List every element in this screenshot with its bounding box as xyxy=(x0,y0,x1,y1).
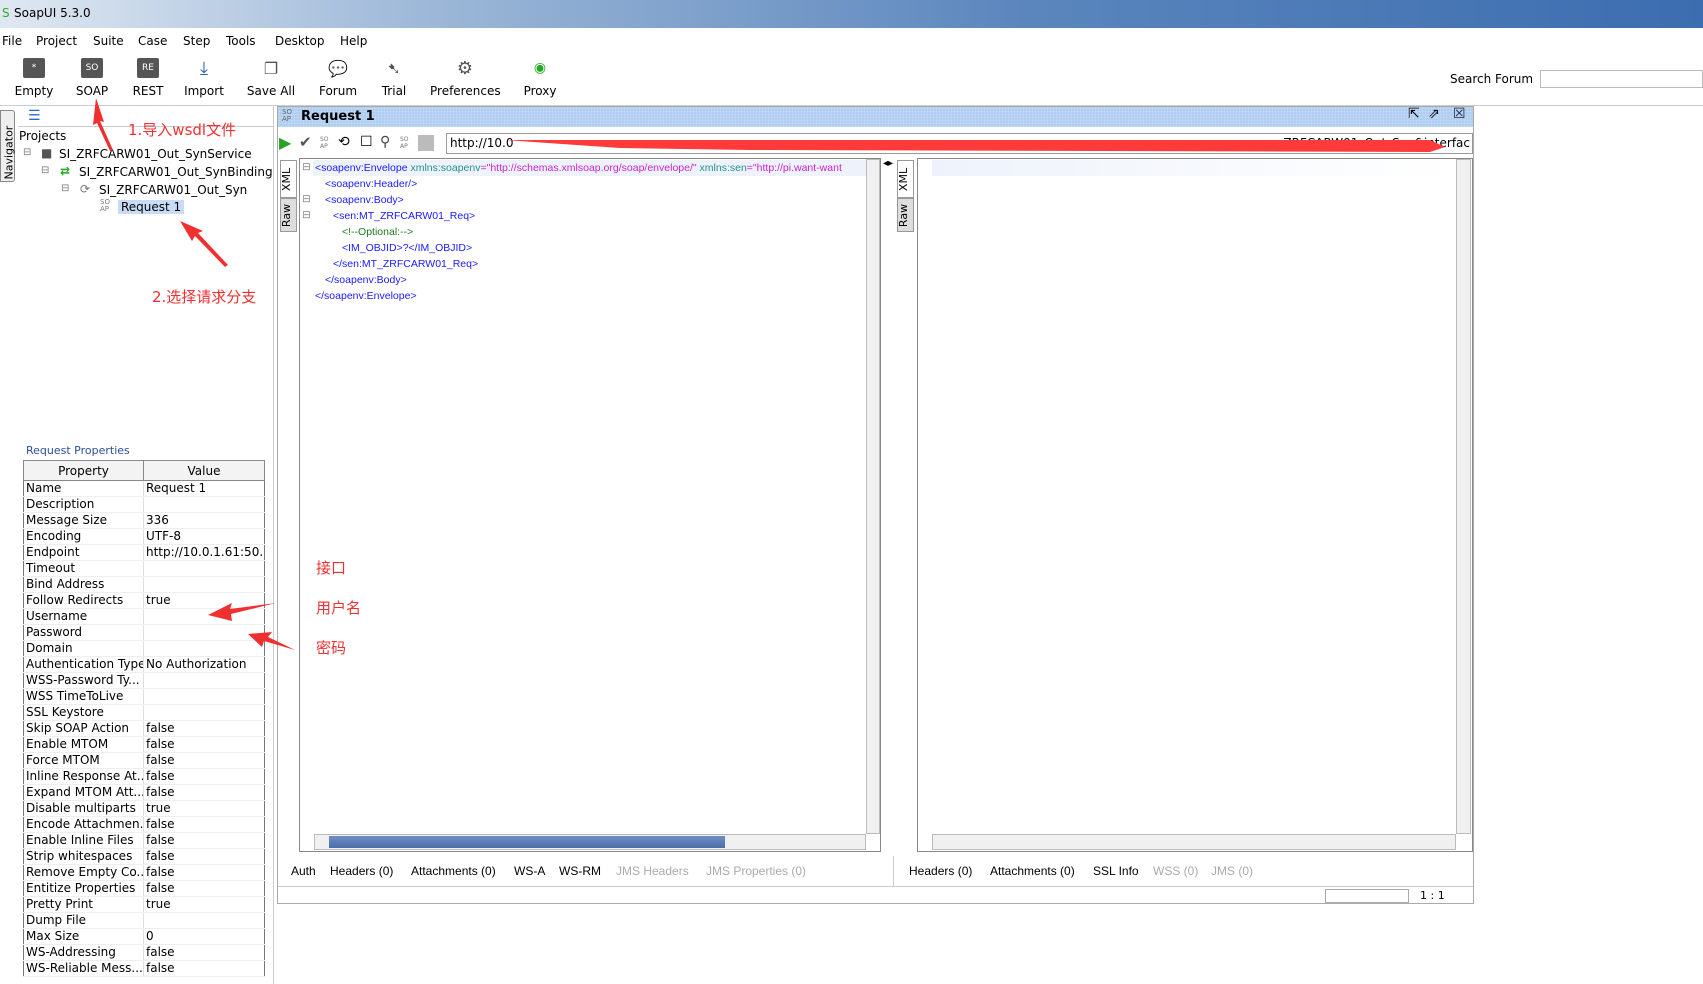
property-row[interactable]: Max Size 0 xyxy=(23,928,265,945)
property-name: Inline Response At... xyxy=(23,768,144,785)
vertical-scrollbar[interactable] xyxy=(866,159,880,834)
property-value[interactable]: false xyxy=(143,752,265,769)
property-value[interactable]: true xyxy=(143,800,265,817)
vertical-scrollbar[interactable] xyxy=(1456,159,1471,834)
horizontal-scrollbar[interactable] xyxy=(314,834,866,850)
response-tab-wss: WSS (0) xyxy=(1153,864,1199,878)
tab-jms-headers: JMS Headers xyxy=(616,864,689,878)
property-value[interactable]: false xyxy=(143,736,265,753)
property-value[interactable] xyxy=(143,912,265,929)
scrollbar-thumb[interactable] xyxy=(329,836,725,848)
tab-headers[interactable]: Headers (0) xyxy=(330,864,393,878)
response-tab-raw[interactable]: Raw xyxy=(897,198,914,232)
property-value[interactable]: false xyxy=(143,960,265,977)
property-row[interactable]: Dump File xyxy=(23,912,265,929)
property-name: Encode Attachmen... xyxy=(23,816,144,833)
property-name: Enable MTOM xyxy=(23,736,144,753)
property-row[interactable]: WS-Reliable Mess... false xyxy=(23,960,265,977)
property-name: Pretty Print xyxy=(23,896,144,913)
response-tab-attachments[interactable]: Attachments (0) xyxy=(990,864,1075,878)
soap-icon[interactable]: SO AP xyxy=(400,136,409,150)
property-row[interactable]: SSL Keystore xyxy=(23,704,265,721)
response-tab-ssl-info[interactable]: SSL Info xyxy=(1093,864,1139,878)
property-value[interactable]: false xyxy=(143,784,265,801)
property-value[interactable]: false xyxy=(143,848,265,865)
property-name: Strip whitespaces xyxy=(23,848,144,865)
proxy-button[interactable]: ◉ Proxy xyxy=(522,58,558,98)
property-value[interactable]: 0 xyxy=(143,928,265,945)
property-value[interactable] xyxy=(143,704,265,721)
tab-ws-a[interactable]: WS-A xyxy=(514,864,545,878)
property-value[interactable]: false xyxy=(143,816,265,833)
request-window-header xyxy=(278,107,1473,127)
property-name: Enable Inline Files xyxy=(23,832,144,849)
arrow-to-soap xyxy=(93,98,113,151)
property-row[interactable]: Strip whitespaces false xyxy=(23,848,265,865)
property-row[interactable]: Expand MTOM Att... false xyxy=(23,784,265,801)
search-forum-input[interactable] xyxy=(1540,70,1703,88)
response-tab-jms: JMS (0) xyxy=(1211,864,1253,878)
property-value[interactable]: false xyxy=(143,768,265,785)
property-name: Max Size xyxy=(23,928,144,945)
property-name: WS-Reliable Mess... xyxy=(23,960,144,977)
property-name: Skip SOAP Action xyxy=(23,720,144,737)
property-name: WS-Addressing xyxy=(23,944,144,961)
property-name: Expand MTOM Att... xyxy=(23,784,144,801)
tab-attachments[interactable]: Attachments (0) xyxy=(411,864,496,878)
property-name: Disable multiparts xyxy=(23,800,144,817)
arrow-to-request xyxy=(180,221,228,267)
property-row[interactable]: Entitize Properties false xyxy=(23,880,265,897)
cursor-position: 1 : 1 xyxy=(1420,889,1445,902)
property-row[interactable]: Skip SOAP Action false xyxy=(23,720,265,737)
response-tab-xml[interactable]: XML xyxy=(897,160,914,198)
property-value[interactable]: false xyxy=(143,880,265,897)
tab-xml-label: XML xyxy=(897,167,911,192)
property-row[interactable]: Enable Inline Files false xyxy=(23,832,265,849)
property-name: Remove Empty Co... xyxy=(23,864,144,881)
tab-jms-properties: JMS Properties (0) xyxy=(706,864,807,878)
property-name: SSL Keystore xyxy=(23,704,144,721)
close-icon[interactable]: ☒ xyxy=(1453,106,1466,122)
proxy-label: Proxy xyxy=(523,84,557,98)
tab-raw-label: Raw xyxy=(897,203,911,228)
horizontal-scrollbar[interactable] xyxy=(932,834,1456,850)
property-value[interactable]: false xyxy=(143,720,265,737)
annotation-arrows xyxy=(93,98,295,650)
property-row[interactable]: WS-Addressing false xyxy=(23,944,265,961)
preferences-button[interactable]: ⚙ Preferences xyxy=(430,57,501,99)
property-name: Dump File xyxy=(23,912,144,929)
status-box xyxy=(1325,889,1409,903)
response-tab-headers[interactable]: Headers (0) xyxy=(909,864,972,878)
property-value[interactable]: true xyxy=(143,896,265,913)
current-line-highlight xyxy=(932,160,1456,176)
tab-ws-rm[interactable]: WS-RM xyxy=(559,864,601,878)
proxy-icon: ◉ xyxy=(533,60,547,76)
response-xml-editor[interactable] xyxy=(917,158,1473,852)
property-value[interactable]: false xyxy=(143,864,265,881)
property-row[interactable]: Enable MTOM false xyxy=(23,736,265,753)
divider xyxy=(278,886,1473,887)
stop-icon[interactable] xyxy=(418,135,434,151)
splitter-arrows-icon[interactable]: ◂▸ xyxy=(883,158,893,169)
maximize-icon[interactable]: ⇗ xyxy=(1428,106,1440,122)
arrow-to-password xyxy=(248,632,295,650)
redaction-scribble xyxy=(505,140,1445,152)
divider xyxy=(893,856,894,886)
gear-icon: ⚙ xyxy=(456,57,474,79)
search-forum-label: Search Forum xyxy=(1450,72,1534,86)
property-row[interactable]: Inline Response At... false xyxy=(23,768,265,785)
property-row[interactable]: Force MTOM false xyxy=(23,752,265,769)
property-name: Force MTOM xyxy=(23,752,144,769)
arrow-to-username xyxy=(208,603,276,621)
property-name: Entitize Properties xyxy=(23,880,144,897)
property-row[interactable]: Disable multiparts true xyxy=(23,800,265,817)
minimize-icon[interactable]: ⇱ xyxy=(1408,106,1420,122)
preferences-label: Preferences xyxy=(430,84,501,98)
property-row[interactable]: Encode Attachmen... false xyxy=(23,816,265,833)
property-value[interactable]: false xyxy=(143,832,265,849)
property-row[interactable]: Pretty Print true xyxy=(23,896,265,913)
property-value[interactable]: false xyxy=(143,944,265,961)
property-row[interactable]: Remove Empty Co... false xyxy=(23,864,265,881)
tab-auth[interactable]: Auth xyxy=(291,864,316,878)
